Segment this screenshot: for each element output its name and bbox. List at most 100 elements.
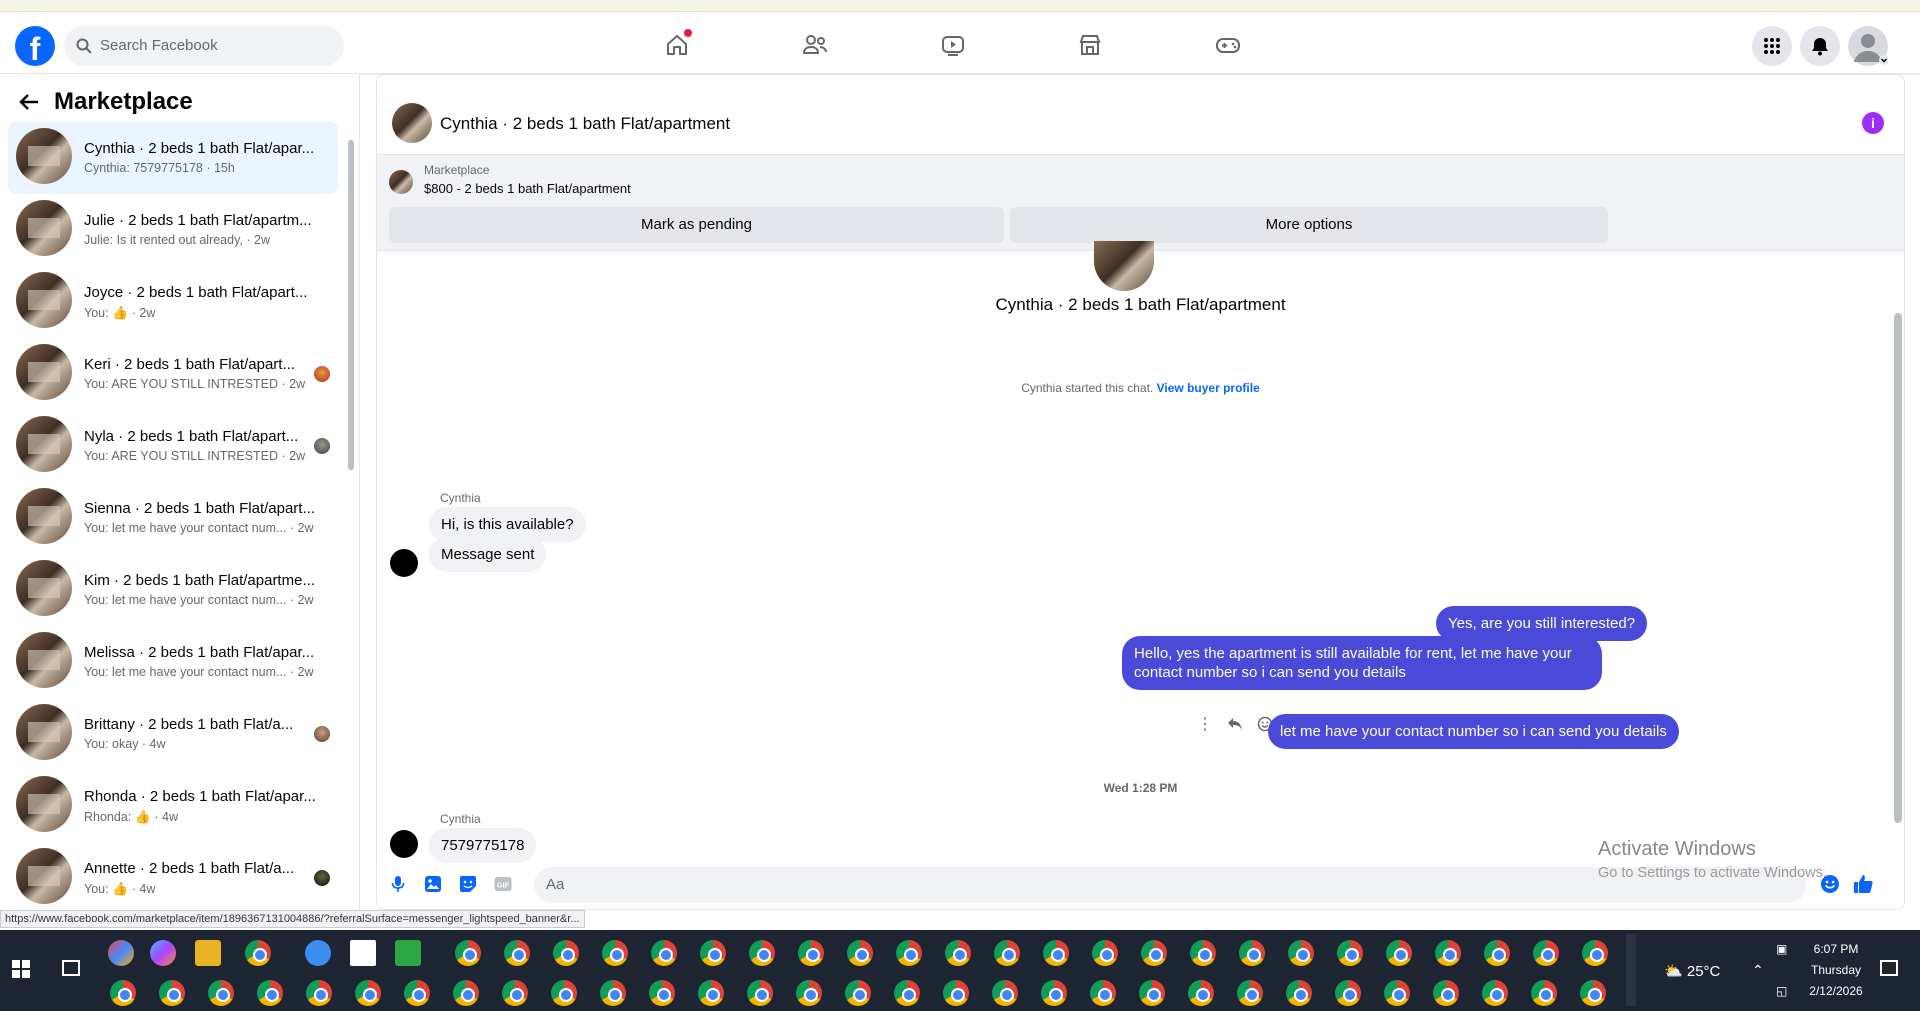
- chrome-icon[interactable]: [1531, 980, 1557, 1006]
- chrome-icon[interactable]: [1141, 940, 1167, 966]
- chrome-icon[interactable]: [1090, 980, 1116, 1006]
- search-input[interactable]: Search Facebook: [64, 26, 344, 66]
- chrome-icon[interactable]: [1482, 980, 1508, 1006]
- chrome-icon[interactable]: [992, 980, 1018, 1006]
- nav-gaming[interactable]: [1211, 28, 1245, 62]
- taskbar-app-icon[interactable]: [108, 940, 134, 966]
- chrome-icon[interactable]: [602, 940, 628, 966]
- scrollbar-thumb[interactable]: [1894, 313, 1902, 823]
- microphone-icon[interactable]: [387, 873, 409, 895]
- chrome-icon[interactable]: [847, 940, 873, 966]
- back-arrow-icon[interactable]: [18, 91, 40, 113]
- chrome-icon[interactable]: [1533, 940, 1559, 966]
- chrome-icon[interactable]: [1237, 980, 1263, 1006]
- chrome-icon[interactable]: [749, 940, 775, 966]
- chrome-icon[interactable]: [1435, 940, 1461, 966]
- nav-home[interactable]: [660, 28, 694, 62]
- chrome-icon[interactable]: [1433, 980, 1459, 1006]
- sidebar-scrollbar[interactable]: [346, 124, 354, 894]
- chrome-icon[interactable]: [600, 980, 626, 1006]
- conversation-item[interactable]: Kim · 2 beds 1 bath Flat/apartme... You: …: [8, 554, 338, 626]
- chrome-icon[interactable]: [698, 980, 724, 1006]
- chrome-icon[interactable]: [894, 980, 920, 1006]
- chrome-icon[interactable]: [943, 980, 969, 1006]
- my-message-bubble[interactable]: Hello, yes the apartment is still availa…: [1122, 636, 1602, 690]
- taskbar-app-icon[interactable]: [350, 940, 376, 966]
- like-icon[interactable]: [1852, 873, 1874, 895]
- conversation-item[interactable]: Julie · 2 beds 1 bath Flat/apartm... Juli…: [8, 194, 338, 266]
- taskbar-app-icon[interactable]: [395, 940, 421, 966]
- chrome-icon[interactable]: [1582, 940, 1608, 966]
- chrome-icon[interactable]: [1043, 940, 1069, 966]
- taskbar-scrollbar[interactable]: [1626, 934, 1636, 1006]
- message-bubble[interactable]: 7579775178: [429, 828, 537, 863]
- chrome-icon[interactable]: [404, 980, 430, 1006]
- chevron-up-icon[interactable]: ⌃: [1752, 962, 1764, 979]
- more-icon[interactable]: ⋮: [1197, 714, 1213, 734]
- chrome-icon[interactable]: [896, 940, 922, 966]
- more-options-button[interactable]: More options: [1010, 207, 1608, 243]
- facebook-logo-icon[interactable]: f: [15, 26, 55, 66]
- chrome-icon[interactable]: [159, 980, 185, 1006]
- nav-friends[interactable]: [798, 28, 832, 62]
- chrome-icon[interactable]: [945, 940, 971, 966]
- network-icon[interactable]: ▣: [1776, 942, 1787, 956]
- taskbar-app-icon[interactable]: [195, 940, 221, 966]
- chrome-icon[interactable]: [1337, 940, 1363, 966]
- chrome-icon[interactable]: [453, 980, 479, 1006]
- thread-scrollbar[interactable]: [1890, 251, 1904, 841]
- chrome-icon[interactable]: [845, 980, 871, 1006]
- clock-date[interactable]: 2/12/2026: [1806, 984, 1866, 998]
- volume-icon[interactable]: ◱: [1776, 984, 1787, 998]
- chrome-icon[interactable]: [257, 980, 283, 1006]
- chrome-icon[interactable]: [1386, 940, 1412, 966]
- chrome-icon[interactable]: [1188, 980, 1214, 1006]
- info-icon[interactable]: i: [1862, 112, 1884, 134]
- avatar[interactable]: [392, 103, 432, 143]
- account-button[interactable]: [1848, 26, 1888, 66]
- nav-watch[interactable]: [936, 28, 970, 62]
- chrome-icon[interactable]: [504, 940, 530, 966]
- chrome-icon[interactable]: [796, 980, 822, 1006]
- chrome-icon[interactable]: [798, 940, 824, 966]
- chrome-icon[interactable]: [1288, 940, 1314, 966]
- gif-icon[interactable]: GIF: [492, 873, 514, 895]
- chrome-icon[interactable]: [1092, 940, 1118, 966]
- chrome-icon[interactable]: [551, 980, 577, 1006]
- chrome-icon[interactable]: [1335, 980, 1361, 1006]
- reply-icon[interactable]: [1227, 717, 1243, 731]
- windows-start-icon[interactable]: [12, 960, 30, 983]
- chrome-icon[interactable]: [700, 940, 726, 966]
- clock-day[interactable]: Thursday: [1806, 963, 1866, 977]
- task-view-icon[interactable]: [62, 960, 80, 976]
- chrome-icon[interactable]: [994, 940, 1020, 966]
- conversation-item[interactable]: Sienna · 2 beds 1 bath Flat/apart... You:…: [8, 482, 338, 554]
- menu-button[interactable]: [1752, 26, 1792, 66]
- sticker-icon[interactable]: [457, 873, 479, 895]
- taskbar-app-icon[interactable]: [245, 940, 271, 966]
- photo-icon[interactable]: [422, 873, 444, 895]
- chrome-icon[interactable]: [1484, 940, 1510, 966]
- listing-title[interactable]: $800 - 2 beds 1 bath Flat/apartment: [424, 181, 631, 196]
- chrome-icon[interactable]: [1041, 980, 1067, 1006]
- chrome-icon[interactable]: [1190, 940, 1216, 966]
- chrome-icon[interactable]: [355, 980, 381, 1006]
- chrome-icon[interactable]: [1384, 980, 1410, 1006]
- my-message-bubble[interactable]: let me have your contact number so i can…: [1268, 714, 1679, 749]
- chrome-icon[interactable]: [1139, 980, 1165, 1006]
- chrome-icon[interactable]: [747, 980, 773, 1006]
- chrome-icon[interactable]: [455, 940, 481, 966]
- conversation-item[interactable]: Keri · 2 beds 1 bath Flat/apart... You: A…: [8, 338, 338, 410]
- taskbar-app-icon[interactable]: [150, 940, 176, 966]
- chrome-icon[interactable]: [502, 980, 528, 1006]
- conversation-item[interactable]: Rhonda · 2 beds 1 bath Flat/apar... Rhond…: [8, 770, 338, 842]
- scrollbar-thumb[interactable]: [348, 140, 354, 470]
- message-bubble[interactable]: Message sent: [429, 537, 547, 572]
- conversation-item[interactable]: Cynthia · 2 beds 1 bath Flat/apar... Cynt…: [8, 122, 338, 194]
- chrome-icon[interactable]: [649, 980, 675, 1006]
- weather-widget[interactable]: ⛅ 25°C: [1664, 962, 1720, 980]
- chrome-icon[interactable]: [110, 980, 136, 1006]
- taskbar-app-icon[interactable]: [305, 940, 331, 966]
- notification-center-icon[interactable]: [1880, 960, 1898, 976]
- conversation-item[interactable]: Melissa · 2 beds 1 bath Flat/apar... You:…: [8, 626, 338, 698]
